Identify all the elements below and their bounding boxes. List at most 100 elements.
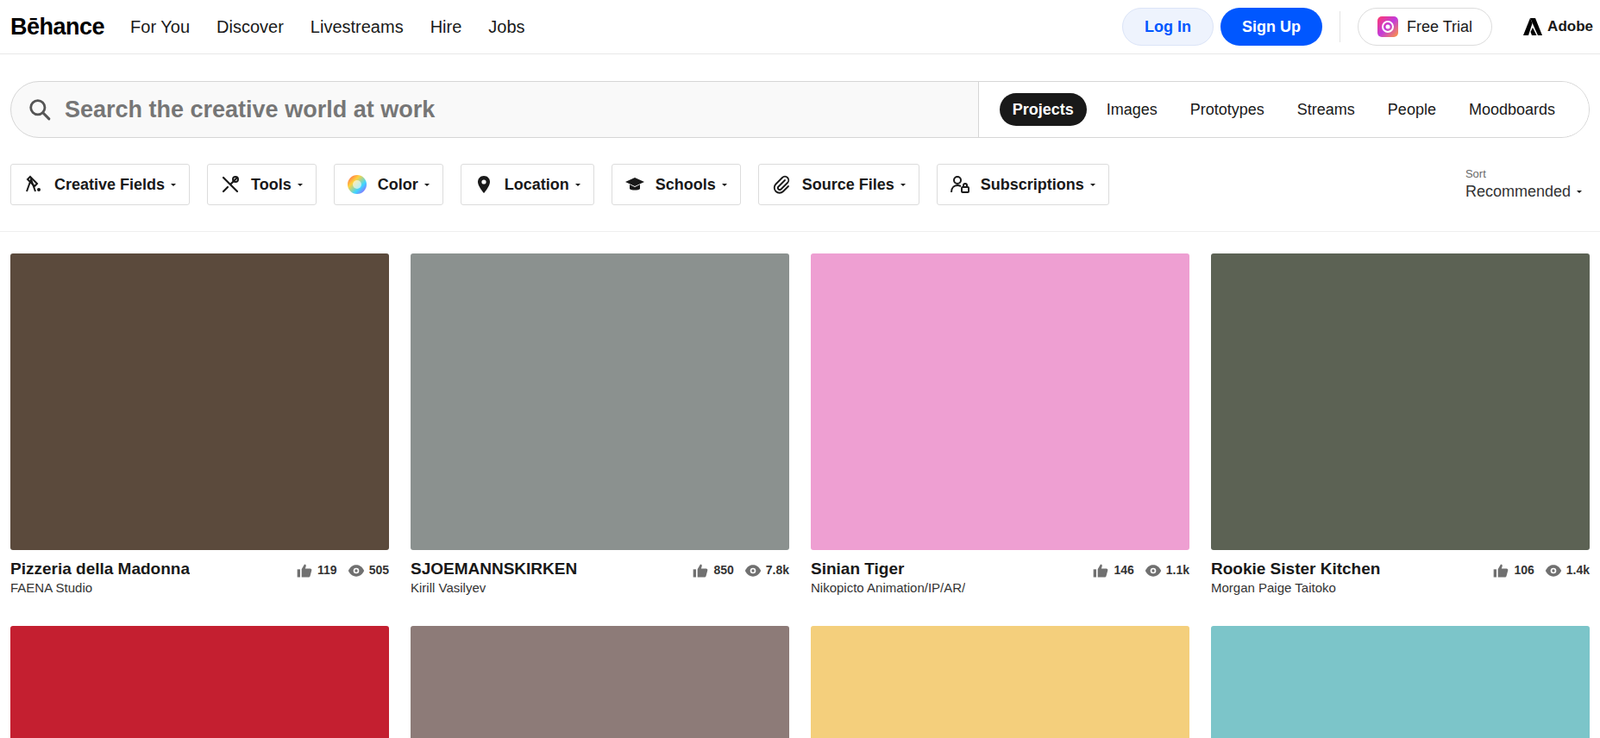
project-grid: Pizzeria della MadonnaFAENA Studio 119505…: [0, 232, 1600, 738]
filter-dropdown[interactable]: Color: [333, 163, 444, 206]
project-cover[interactable]: [1210, 626, 1590, 738]
filter-dropdown[interactable]: Location: [460, 163, 595, 206]
project-cover[interactable]: [10, 626, 390, 738]
project-card[interactable]: [10, 626, 390, 738]
caret-down-icon: [1089, 182, 1097, 188]
search-section: ProjectsImagesPrototypesStreamsPeopleMoo…: [0, 54, 1600, 139]
project-info: Sinian TigerNikopicto Animation/IP/AR/14…: [810, 558, 1190, 597]
project-text: Pizzeria della MadonnaFAENA Studio: [10, 558, 190, 597]
project-title[interactable]: Rookie Sister Kitchen: [1210, 558, 1381, 580]
project-text: Sinian TigerNikopicto Animation/IP/AR/: [810, 558, 966, 597]
filter-dropdown[interactable]: Tools: [207, 163, 317, 206]
views-count: 1.1k: [1166, 561, 1190, 580]
search-tab[interactable]: People: [1374, 93, 1450, 126]
views-eye-icon: [1544, 562, 1563, 580]
project-title[interactable]: Sinian Tiger: [810, 558, 966, 580]
nav-link[interactable]: Hire: [430, 13, 463, 40]
project-card[interactable]: [810, 626, 1190, 738]
project-title[interactable]: SJOEMANNSKIRKEN: [410, 558, 578, 580]
search-tab[interactable]: Prototypes: [1177, 93, 1278, 126]
project-text: Rookie Sister KitchenMorgan Paige Taitok…: [1210, 558, 1381, 597]
project-stats: 146 1.1k: [1091, 558, 1190, 580]
project-title[interactable]: Pizzeria della Madonna: [10, 558, 190, 580]
project-info: Pizzeria della MadonnaFAENA Studio 119505: [10, 558, 390, 597]
creative-cloud-icon: [1377, 16, 1399, 38]
free-trial-button[interactable]: Free Trial: [1357, 7, 1493, 46]
login-button[interactable]: Log In: [1122, 7, 1214, 46]
behance-logo[interactable]: Bēhance: [10, 9, 105, 45]
views-eye-icon: [347, 562, 365, 580]
caret-down-icon: [721, 182, 728, 188]
filter-bar: Creative Fields Tools Color Location Schools…: [0, 138, 1600, 233]
search-input[interactable]: [64, 92, 979, 128]
tools-icon: [219, 174, 241, 195]
filter-list: Creative Fields Tools Color Location Schools…: [10, 163, 1110, 206]
adobe-label: Adobe: [1547, 15, 1594, 38]
files-icon: [771, 174, 792, 195]
search-tab[interactable]: Moodboards: [1455, 93, 1569, 126]
project-card[interactable]: Rookie Sister KitchenMorgan Paige Taitok…: [1210, 253, 1590, 597]
caret-down-icon: [423, 182, 431, 188]
filter-dropdown[interactable]: Subscriptions: [936, 163, 1110, 206]
nav-link[interactable]: Livestreams: [310, 13, 404, 40]
project-author[interactable]: Kirill Vasilyev: [410, 579, 578, 597]
project-card[interactable]: Pizzeria della MadonnaFAENA Studio 119505: [10, 253, 390, 597]
sort-value-row: Recommended: [1465, 181, 1583, 202]
sort-dropdown[interactable]: SortRecommended: [1465, 167, 1590, 202]
caret-down-icon: [296, 182, 304, 188]
views-eye-icon: [744, 562, 762, 580]
filter-dropdown[interactable]: Creative Fields: [10, 163, 190, 206]
project-card[interactable]: Sinian TigerNikopicto Animation/IP/AR/14…: [810, 253, 1190, 597]
nav-link[interactable]: For You: [130, 13, 190, 40]
appreciate-icon: [1091, 562, 1110, 580]
project-cover[interactable]: [1210, 253, 1590, 551]
likes-count: 850: [713, 561, 734, 580]
filter-label: Color: [377, 173, 419, 197]
views-count: 1.4k: [1566, 561, 1590, 580]
adobe-link[interactable]: Adobe: [1523, 15, 1594, 38]
likes-count: 106: [1513, 561, 1534, 580]
filter-dropdown[interactable]: Source Files: [758, 163, 920, 206]
sort-label: Sort: [1465, 167, 1583, 182]
main-nav: For You Discover Livestreams Hire Jobs: [130, 13, 525, 40]
project-cover[interactable]: [810, 626, 1190, 738]
project-cover[interactable]: [410, 626, 790, 738]
project-stats: 8507.8k: [691, 558, 790, 580]
filter-label: Tools: [250, 173, 292, 197]
project-author[interactable]: Nikopicto Animation/IP/AR/: [810, 579, 966, 597]
appreciate-icon: [295, 562, 314, 580]
sort-value: Recommended: [1465, 181, 1571, 202]
project-author[interactable]: FAENA Studio: [10, 579, 190, 597]
filter-label: Subscriptions: [980, 173, 1085, 197]
project-card[interactable]: SJOEMANNSKIRKENKirill Vasilyev 8507.8k: [410, 253, 790, 597]
nav-link[interactable]: Discover: [216, 13, 284, 40]
header-actions: Log InSign Up Free Trial Adobe: [1122, 7, 1595, 46]
project-card[interactable]: [1210, 626, 1590, 738]
caret-down-icon: [169, 182, 177, 188]
appreciate-icon: [691, 562, 710, 580]
project-stats: 106 1.4k: [1492, 558, 1590, 580]
schools-icon: [624, 174, 646, 195]
project-cover[interactable]: [410, 253, 790, 551]
search-tab[interactable]: Projects: [999, 93, 1087, 126]
filter-dropdown[interactable]: Schools: [611, 163, 741, 206]
project-cover[interactable]: [810, 253, 1190, 551]
views-count: 505: [369, 561, 390, 580]
project-text: SJOEMANNSKIRKENKirill Vasilyev: [410, 558, 578, 597]
filter-label: Source Files: [802, 173, 895, 197]
nav-link[interactable]: Jobs: [488, 13, 525, 40]
project-author[interactable]: Morgan Paige Taitoko: [1210, 579, 1381, 597]
search-tab[interactable]: Streams: [1284, 93, 1368, 126]
project-cover[interactable]: [10, 253, 390, 551]
signup-button[interactable]: Sign Up: [1220, 7, 1323, 46]
project-card[interactable]: [410, 626, 790, 738]
search-tab[interactable]: Images: [1093, 93, 1171, 126]
search-bar: ProjectsImagesPrototypesStreamsPeopleMoo…: [10, 81, 1590, 139]
project-stats: 119505: [295, 558, 390, 580]
color-icon: [346, 174, 368, 195]
caret-down-icon: [574, 182, 582, 188]
caret-down-icon: [1575, 189, 1583, 195]
free-trial-label: Free Trial: [1406, 15, 1473, 39]
filter-label: Schools: [655, 173, 716, 197]
likes-count: 146: [1113, 561, 1134, 580]
